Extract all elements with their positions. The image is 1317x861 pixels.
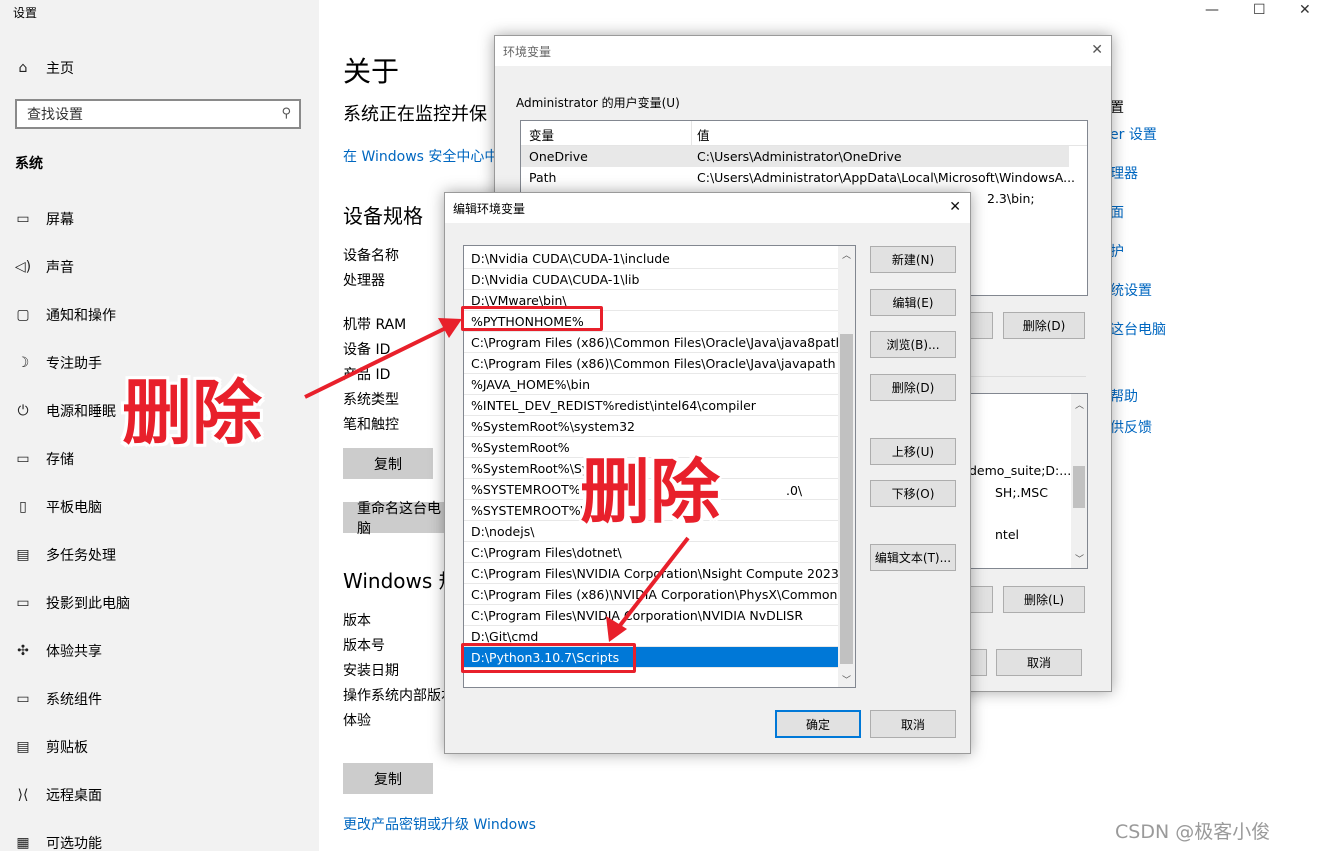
watermark: CSDN @极客小俊: [1115, 821, 1271, 843]
delete-annotation-1: 删除: [122, 372, 262, 454]
arrow-line-2: [616, 536, 690, 630]
delete-annotation-2: 删除: [580, 451, 720, 533]
arrow-line-1: [304, 323, 453, 399]
